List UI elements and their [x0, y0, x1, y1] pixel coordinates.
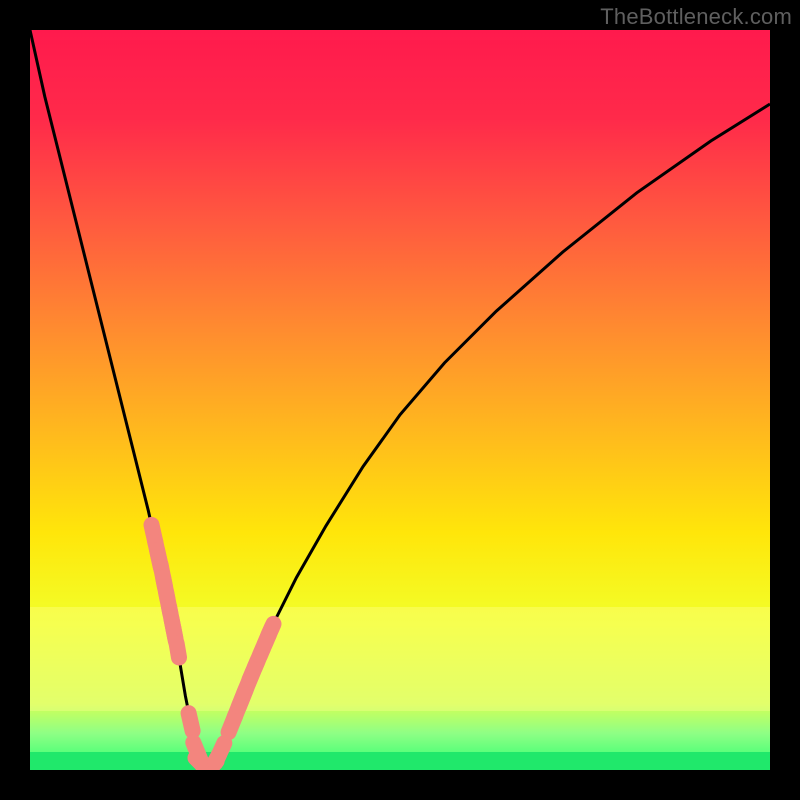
marker-point [177, 643, 179, 657]
marker-point [189, 713, 193, 731]
chart-frame: TheBottleneck.com [0, 0, 800, 800]
marker-point [215, 743, 224, 763]
curve-svg [30, 30, 770, 770]
plot-area [30, 30, 770, 770]
curve-markers [152, 525, 274, 770]
bottleneck-curve [30, 30, 770, 770]
marker-point [268, 624, 273, 636]
watermark-text: TheBottleneck.com [600, 4, 792, 30]
